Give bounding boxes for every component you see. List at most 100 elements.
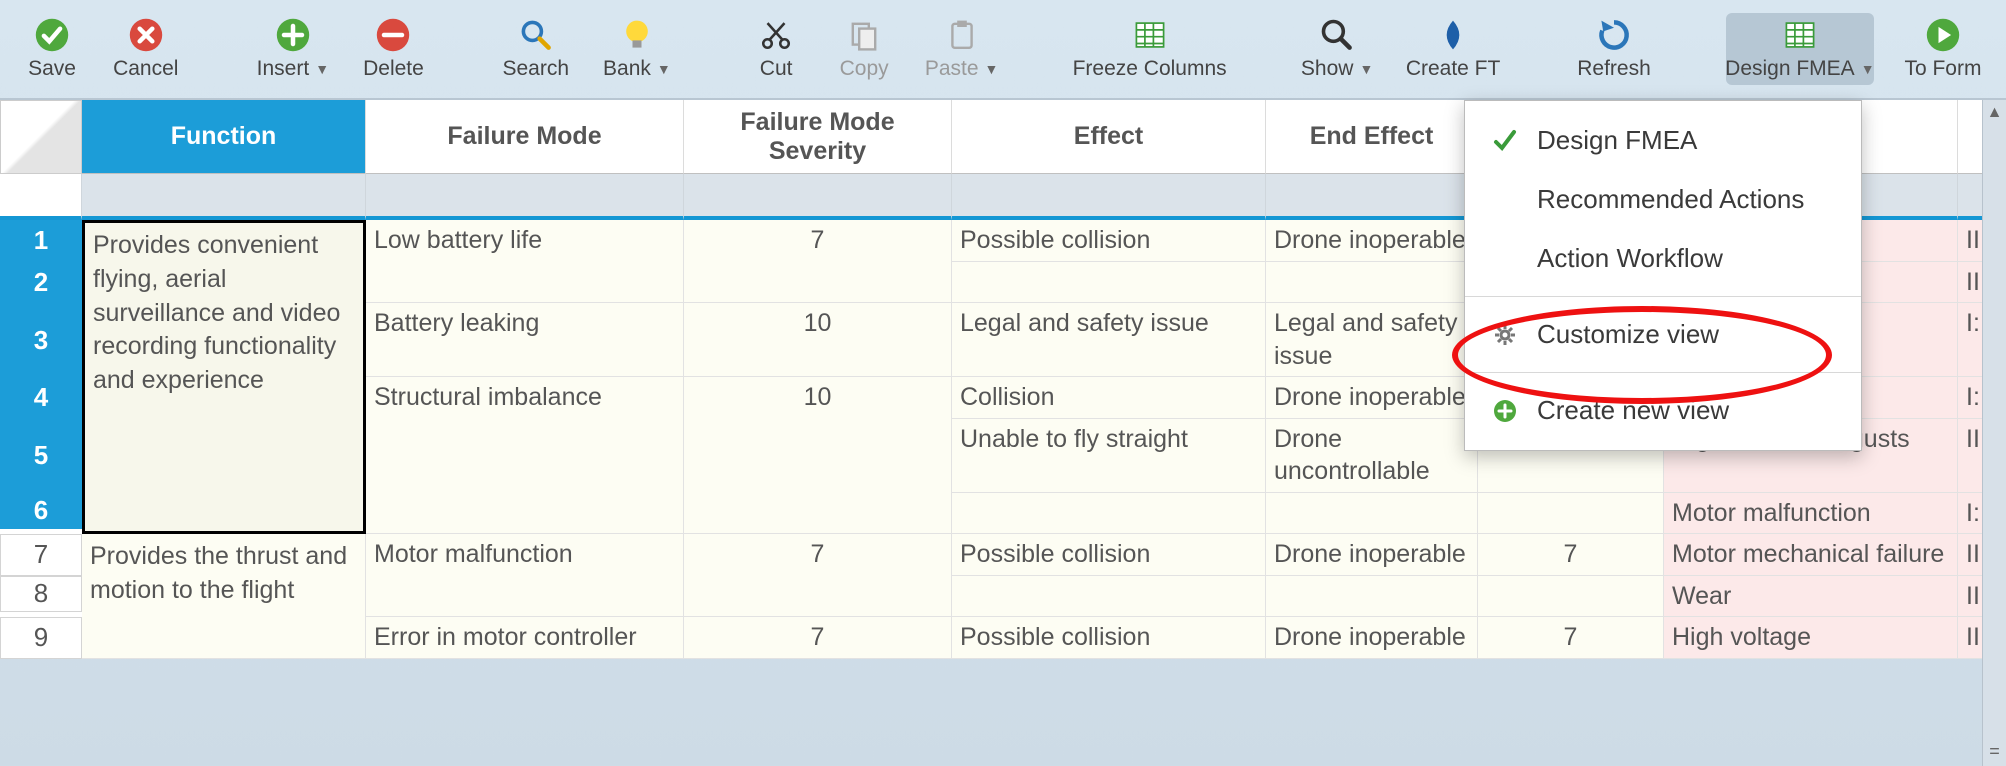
chevron-down-icon: ▼ — [985, 61, 999, 77]
table-cell[interactable]: Motor malfunction — [1664, 493, 1958, 535]
table-cell[interactable]: Wear — [1664, 576, 1958, 618]
row-num[interactable]: 1 — [0, 220, 82, 262]
table-cell[interactable]: Drone inoperable — [1266, 377, 1478, 419]
table-cell[interactable] — [952, 262, 1266, 304]
design-fmea-menu: Design FMEA Recommended Actions Action W… — [1464, 100, 1862, 451]
plus-icon — [275, 17, 311, 53]
table-cell[interactable]: Provides the thrust and motion to the fl… — [82, 534, 366, 659]
design-fmea-button[interactable]: Design FMEA▼ — [1726, 13, 1874, 85]
menu-design-fmea[interactable]: Design FMEA — [1465, 111, 1861, 170]
copy-icon — [846, 17, 882, 53]
chevron-down-icon: ▼ — [1861, 61, 1875, 77]
table-cell[interactable]: Low battery life — [366, 220, 684, 303]
row-num[interactable]: 7 — [0, 534, 82, 576]
cut-button[interactable]: Cut — [746, 13, 806, 85]
chevron-down-icon: ▼ — [657, 61, 671, 77]
magnify-icon — [1319, 17, 1355, 53]
table-cell[interactable]: Collision — [952, 377, 1266, 419]
row-num[interactable]: 8 — [0, 576, 82, 612]
plus-icon — [1491, 399, 1519, 423]
table-cell[interactable]: Battery leaking — [366, 303, 684, 377]
table-cell[interactable] — [1478, 576, 1664, 618]
row-num[interactable]: 3 — [0, 303, 82, 377]
col-failure-mode[interactable]: Failure Mode — [366, 100, 684, 174]
insert-button[interactable]: Insert▼ — [254, 13, 332, 85]
search-button[interactable]: Search — [499, 13, 572, 85]
menu-action-workflow[interactable]: Action Workflow — [1465, 229, 1861, 288]
table-cell[interactable]: 7 — [684, 220, 952, 303]
grid-icon — [1132, 17, 1168, 53]
table-cell[interactable] — [952, 493, 1266, 535]
vertical-scrollbar[interactable]: ▲ = — [1982, 100, 2006, 766]
paste-button[interactable]: Paste▼ — [922, 13, 1001, 85]
scroll-handle-icon[interactable]: = — [1989, 741, 2000, 762]
refresh-icon — [1596, 17, 1632, 53]
refresh-button[interactable]: Refresh — [1575, 13, 1654, 85]
col-end-effect[interactable]: End Effect — [1266, 100, 1478, 174]
play-icon — [1925, 17, 1961, 53]
table-cell[interactable]: Legal and safety issue — [952, 303, 1266, 377]
minus-icon — [375, 17, 411, 53]
table-cell[interactable]: 7 — [1478, 534, 1664, 576]
save-button[interactable]: Save — [22, 13, 82, 85]
table-cell[interactable] — [952, 576, 1266, 618]
row-num[interactable]: 5 — [0, 419, 82, 493]
copy-button[interactable]: Copy — [834, 13, 894, 85]
x-icon — [128, 17, 164, 53]
table-cell[interactable]: Structural imbalance — [366, 377, 684, 534]
table-cell[interactable]: Drone inoperable — [1266, 617, 1478, 659]
col-severity[interactable]: Failure Mode Severity — [684, 100, 952, 174]
table-cell[interactable]: Motor mechanical failure — [1664, 534, 1958, 576]
scissors-icon — [758, 17, 794, 53]
table-cell[interactable]: High voltage — [1664, 617, 1958, 659]
table-cell[interactable] — [1266, 576, 1478, 618]
table-cell[interactable]: Drone inoperable — [1266, 220, 1478, 262]
table-cell[interactable]: 10 — [684, 303, 952, 377]
freeze-columns-button[interactable]: Freeze Columns — [1073, 13, 1225, 85]
toolbar: Save Cancel Insert▼ Delete Search Bank▼ … — [0, 0, 2006, 100]
table-cell[interactable] — [1266, 493, 1478, 535]
table-cell[interactable]: Possible collision — [952, 534, 1266, 576]
table-cell[interactable]: Drone uncontrollable — [1266, 419, 1478, 493]
table-cell[interactable]: Possible collision — [952, 617, 1266, 659]
row-num[interactable]: 9 — [0, 617, 82, 659]
cancel-button[interactable]: Cancel — [110, 13, 182, 85]
gear-icon — [1491, 323, 1519, 347]
table-cell[interactable] — [1478, 493, 1664, 535]
table-cell[interactable]: 7 — [1478, 617, 1664, 659]
chevron-down-icon: ▼ — [1359, 61, 1373, 77]
bulb-icon — [619, 17, 655, 53]
chevron-down-icon: ▼ — [315, 61, 329, 77]
scroll-up-icon[interactable]: ▲ — [1987, 104, 2003, 122]
delete-button[interactable]: Delete — [360, 13, 427, 85]
table-cell[interactable]: Legal and safety issue — [1266, 303, 1478, 377]
corner-cell[interactable] — [0, 100, 82, 174]
row-num[interactable]: 2 — [0, 262, 82, 304]
table-cell[interactable]: Motor malfunction — [366, 534, 684, 617]
table-cell[interactable]: 7 — [684, 617, 952, 659]
table-cell[interactable]: Drone inoperable — [1266, 534, 1478, 576]
paste-icon — [944, 17, 980, 53]
table-cell[interactable]: 10 — [684, 377, 952, 534]
sheet-icon — [1782, 17, 1818, 53]
table-cell[interactable]: Error in motor controller — [366, 617, 684, 659]
create-ft-button[interactable]: Create FT — [1404, 13, 1502, 85]
search-icon — [518, 17, 554, 53]
show-button[interactable]: Show▼ — [1298, 13, 1376, 85]
table-cell[interactable] — [1266, 262, 1478, 304]
menu-recommended-actions[interactable]: Recommended Actions — [1465, 170, 1861, 229]
tree-icon — [1435, 17, 1471, 53]
to-form-button[interactable]: To Form — [1902, 13, 1984, 85]
bank-button[interactable]: Bank▼ — [600, 13, 674, 85]
table-cell[interactable]: 7 — [684, 534, 952, 617]
row-num[interactable]: 6 — [0, 493, 82, 529]
table-cell[interactable]: Possible collision — [952, 220, 1266, 262]
col-function[interactable]: Function — [82, 100, 366, 174]
row-num[interactable]: 4 — [0, 377, 82, 419]
col-effect[interactable]: Effect — [952, 100, 1266, 174]
check-icon — [1491, 129, 1519, 153]
menu-customize-view[interactable]: Customize view — [1465, 305, 1861, 364]
menu-create-new-view[interactable]: Create new view — [1465, 381, 1861, 440]
table-cell[interactable]: Unable to fly straight — [952, 419, 1266, 493]
table-cell[interactable]: Provides convenient flying, aerial surve… — [82, 220, 366, 534]
